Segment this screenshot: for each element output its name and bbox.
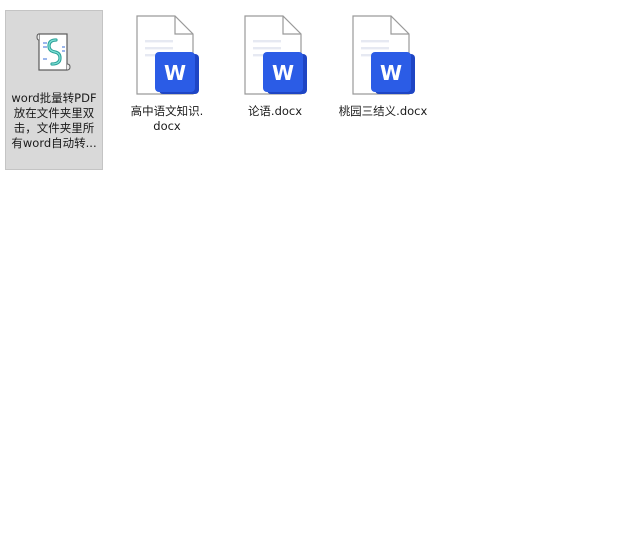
file-label-line: 桃园三结义.docx bbox=[338, 104, 428, 118]
word-doc-icon: W bbox=[131, 14, 203, 98]
file-item-word-to-pdf-script[interactable]: word批量转PDF 放在文件夹里双 击，文件夹里所 有word自动转... bbox=[5, 10, 103, 170]
file-label: word批量转PDF 放在文件夹里双 击，文件夹里所 有word自动转... bbox=[7, 91, 101, 151]
file-label-line: 高中语文知识. bbox=[130, 104, 204, 118]
file-item-gaozhong-yuwen[interactable]: W 高中语文知识. docx bbox=[118, 10, 216, 134]
file-label-line: 有word自动转... bbox=[11, 136, 97, 150]
script-file-icon bbox=[28, 23, 80, 83]
file-label: 高中语文知识. docx bbox=[120, 104, 214, 134]
file-label: 桃园三结义.docx bbox=[336, 104, 430, 119]
file-item-lunyu[interactable]: W 论语.docx bbox=[226, 10, 324, 119]
word-badge-letter: W bbox=[272, 61, 294, 85]
file-label-line: 放在文件夹里双 bbox=[13, 106, 95, 120]
file-label-line: 论语.docx bbox=[247, 104, 303, 118]
file-label: 论语.docx bbox=[228, 104, 322, 119]
file-label-line: 击，文件夹里所 bbox=[13, 121, 95, 135]
file-label-line: docx bbox=[153, 119, 181, 133]
word-doc-icon: W bbox=[347, 14, 419, 98]
file-item-taoyuan-sanjieyi[interactable]: W 桃园三结义.docx bbox=[334, 10, 432, 119]
file-explorer-view: word批量转PDF 放在文件夹里双 击，文件夹里所 有word自动转... W… bbox=[0, 0, 640, 545]
word-badge-letter: W bbox=[380, 61, 402, 85]
word-doc-icon: W bbox=[239, 14, 311, 98]
word-badge-letter: W bbox=[164, 61, 186, 85]
file-label-line: word批量转PDF bbox=[11, 91, 97, 105]
